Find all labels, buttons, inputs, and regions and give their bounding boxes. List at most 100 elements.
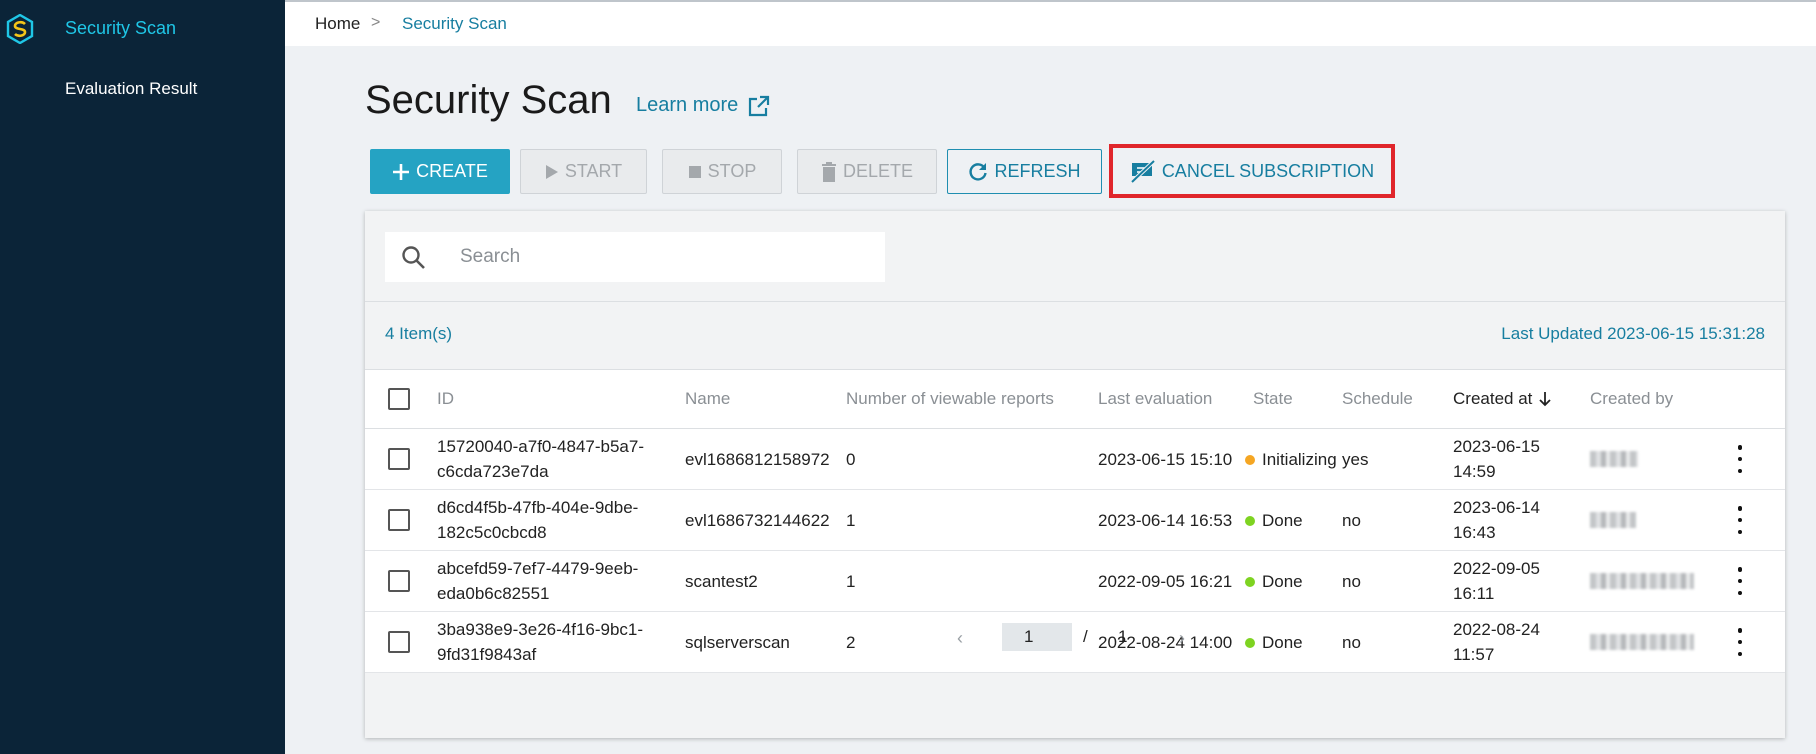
page-title: Security Scan (365, 78, 612, 122)
row-actions-menu[interactable] (1725, 567, 1755, 595)
sidebar-item-security-scan[interactable]: Security Scan (65, 18, 176, 39)
prev-page-button[interactable]: ‹ (957, 628, 963, 649)
page-separator: / (1083, 627, 1088, 646)
sort-down-arrow-icon[interactable] (1538, 391, 1552, 407)
app-logo-icon[interactable] (6, 14, 34, 44)
table-row[interactable]: abcefd59-7ef7-4479-9eeb-eda0b6c82551 sca… (365, 551, 1785, 612)
cell-id: 15720040-a7f0-4847-b5a7- c6cda723e7da (437, 434, 644, 484)
cell-id-line2: 182c5c0cbcd8 (437, 523, 547, 542)
header-name[interactable]: Name (685, 389, 730, 409)
play-icon (545, 164, 558, 179)
cell-id: d6cd4f5b-47fb-404e-9dbe- 182c5c0cbcd8 (437, 495, 638, 545)
cell-created-date: 2023-06-14 (1453, 498, 1540, 517)
cell-id-line1: 15720040-a7f0-4847-b5a7- (437, 437, 645, 456)
plus-icon (393, 163, 410, 180)
cell-name: evl1686732144622 (685, 511, 830, 530)
cell-name: scantest2 (685, 572, 758, 591)
cell-state: Initializing (1245, 447, 1337, 472)
search-box (385, 232, 885, 282)
sidebar: Security Scan Evaluation Result (0, 0, 285, 754)
breadcrumb-home[interactable]: Home (315, 14, 360, 34)
row-actions-menu[interactable] (1725, 445, 1755, 473)
cell-created-time: 16:43 (1453, 523, 1496, 542)
next-page-button[interactable]: › (1179, 628, 1185, 649)
row-actions-menu[interactable] (1725, 506, 1755, 534)
create-label: CREATE (416, 161, 488, 181)
header-schedule[interactable]: Schedule (1342, 389, 1413, 409)
sidebar-item-evaluation-result[interactable]: Evaluation Result (65, 79, 197, 99)
cell-schedule: no (1342, 572, 1361, 591)
start-label: START (564, 161, 623, 181)
search-input[interactable] (460, 232, 870, 282)
row-checkbox[interactable] (388, 570, 410, 592)
table-row[interactable]: 15720040-a7f0-4847-b5a7- c6cda723e7da evl… (365, 429, 1785, 490)
cell-id-line2: eda0b6c82551 (437, 584, 550, 603)
cell-last-evaluation: 2023-06-14 16:53 (1098, 511, 1233, 530)
item-count: 4 Item(s) (385, 324, 453, 343)
cell-last-evaluation: 2022-09-05 16:21 (1098, 572, 1233, 591)
kebab-menu-icon[interactable] (1735, 445, 1745, 473)
cell-schedule: no (1342, 511, 1361, 530)
cell-created-date: 2022-09-05 (1453, 559, 1540, 578)
header-id[interactable]: ID (437, 389, 454, 409)
row-checkbox[interactable] (388, 509, 410, 531)
stop-icon (688, 165, 701, 178)
breadcrumb-separator: > (371, 14, 381, 31)
refresh-icon (969, 162, 988, 181)
cell-id-line1: abcefd59-7ef7-4479-9eeb- (437, 559, 639, 578)
cell-reports: 1 (846, 511, 856, 530)
trash-icon (821, 161, 836, 182)
cell-state-label: Done (1262, 511, 1303, 530)
create-button[interactable]: CREATE (370, 149, 510, 194)
cell-created-time: 14:59 (1453, 462, 1496, 481)
state-dot-icon (1245, 576, 1255, 587)
refresh-button[interactable]: REFRESH (947, 149, 1102, 194)
total-pages: 1 (1118, 627, 1128, 646)
state-dot-icon (1245, 515, 1255, 526)
kebab-menu-icon[interactable] (1735, 567, 1745, 595)
current-page-input[interactable]: 1 (1002, 623, 1072, 651)
start-button[interactable]: START (520, 149, 647, 194)
stop-button[interactable]: STOP (662, 149, 782, 194)
cell-created-at: 2022-09-05 16:11 (1453, 556, 1540, 606)
header-created-at[interactable]: Created at (1453, 389, 1552, 409)
cell-created-at: 2023-06-14 16:43 (1453, 495, 1540, 545)
cell-schedule: yes (1342, 450, 1369, 469)
cell-created-date: 2023-06-15 (1453, 437, 1540, 456)
cell-id-line2: c6cda723e7da (437, 462, 549, 481)
cell-id: abcefd59-7ef7-4479-9eeb-eda0b6c82551 (437, 556, 638, 606)
header-created-by[interactable]: Created by (1590, 389, 1673, 409)
cell-state-label: Initializing (1262, 450, 1337, 469)
search-icon (402, 246, 425, 269)
cell-name: evl1686812158972 (685, 450, 830, 469)
row-checkbox[interactable] (388, 448, 410, 470)
scan-list-panel: 4 Item(s) Last Updated 2023-06-15 15:31:… (365, 211, 1785, 738)
cell-created-by-redacted (1590, 573, 1694, 589)
state-dot-icon (1245, 454, 1255, 465)
learn-more-link[interactable]: Learn more (636, 94, 770, 117)
cell-state: Done (1245, 508, 1303, 533)
cell-created-by-redacted (1590, 512, 1636, 528)
table-row[interactable]: d6cd4f5b-47fb-404e-9dbe- 182c5c0cbcd8 evl… (365, 490, 1785, 551)
select-all-checkbox[interactable] (388, 388, 410, 410)
refresh-label: REFRESH (994, 161, 1081, 181)
cell-created-time: 16:11 (1453, 584, 1495, 603)
learn-more-label[interactable]: Learn more (636, 94, 738, 117)
breadcrumb-current: Security Scan (402, 14, 507, 33)
delete-button[interactable]: DELETE (797, 149, 937, 194)
table-header: ID Name Number of viewable reports Last … (365, 369, 1785, 429)
pagination: ‹ 1 / 1 › (365, 611, 1785, 671)
cell-reports: 0 (846, 450, 856, 469)
breadcrumb: Home > Security Scan (285, 0, 1816, 46)
kebab-menu-icon[interactable] (1735, 506, 1745, 534)
stop-label: STOP (707, 161, 757, 181)
cell-state-label: Done (1262, 572, 1303, 591)
header-reports[interactable]: Number of viewable reports (846, 389, 1054, 409)
external-link-icon[interactable] (748, 95, 770, 117)
header-state[interactable]: State (1253, 389, 1293, 409)
cell-created-at: 2023-06-15 14:59 (1453, 434, 1540, 484)
header-created-at-label: Created at (1453, 389, 1533, 408)
header-last-evaluation[interactable]: Last evaluation (1098, 389, 1212, 409)
last-updated: Last Updated 2023-06-15 15:31:28 (1501, 324, 1765, 343)
delete-label: DELETE (842, 161, 914, 181)
